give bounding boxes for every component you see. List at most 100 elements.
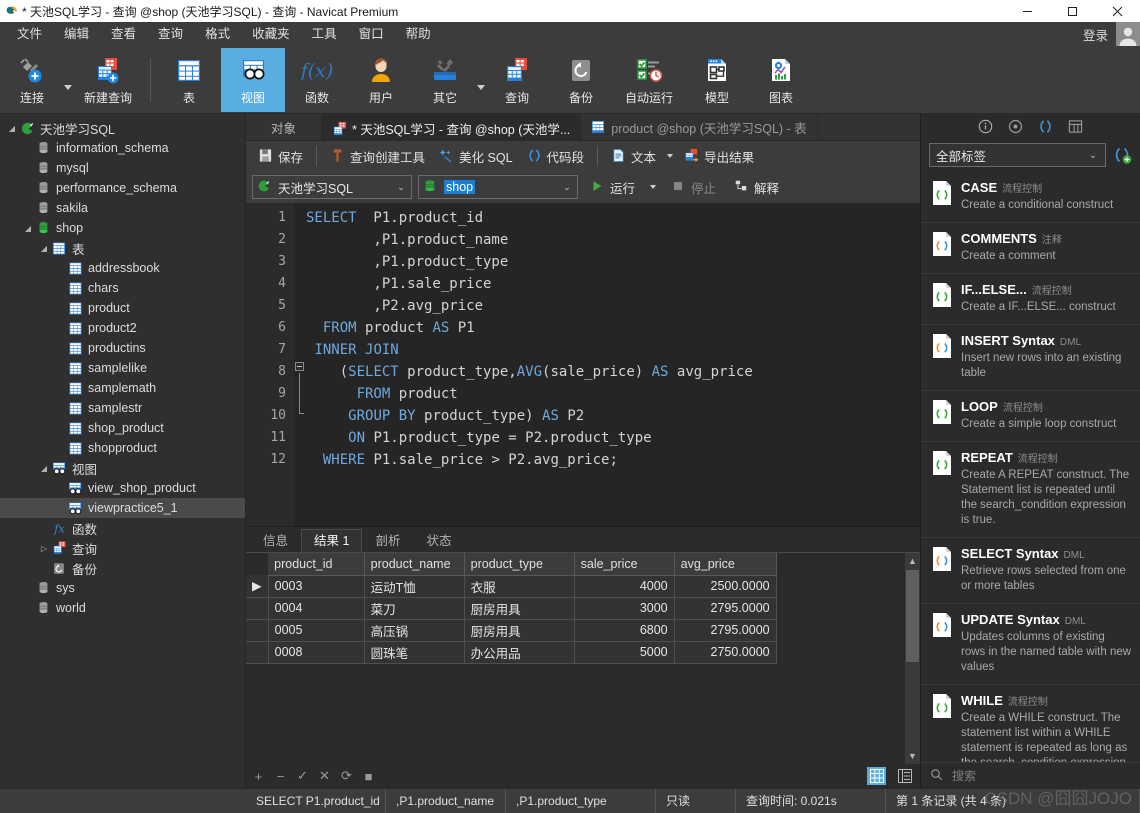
snippet-button[interactable]: 代码段 [521, 144, 591, 168]
table-cell[interactable]: 菜刀 [364, 597, 465, 620]
tree-item-productins[interactable]: productins [0, 338, 245, 358]
code-line[interactable]: FROM product [306, 383, 920, 405]
tree-item-addressbook[interactable]: addressbook [0, 258, 245, 278]
table-cell[interactable]: 5000 [574, 641, 675, 664]
table-cell[interactable]: 2795.0000 [674, 619, 777, 642]
form-view-toggle[interactable] [895, 767, 914, 785]
result-tab-1[interactable]: 信息 [250, 529, 301, 552]
snippet-tag-select[interactable]: 全部标签 ⌄ [929, 143, 1106, 167]
toolbar-new-query[interactable]: 新建查询 [72, 48, 144, 112]
run-dropdown-caret-icon[interactable] [650, 185, 657, 189]
tree-item--[interactable]: ◢ 表 [0, 238, 245, 258]
toolbar-query[interactable]: 查询 [485, 48, 549, 112]
tab-objects[interactable]: 对象 [246, 114, 322, 140]
menu-help[interactable]: 帮助 [395, 22, 442, 46]
explain-button[interactable]: 解释 [728, 175, 785, 199]
snippet-item[interactable]: UPDATE Syntax DML Updates columns of exist… [921, 604, 1140, 685]
toolbar-chart[interactable]: 图表 [749, 48, 813, 112]
code-line[interactable]: ON P1.product_type = P2.product_type [306, 427, 920, 449]
add-snippet-icon[interactable] [1112, 145, 1132, 165]
login-link[interactable]: 登录 [1083, 25, 1116, 44]
snippet-search-row[interactable]: 搜索 [921, 762, 1140, 788]
toolbar-user[interactable]: 用户 [349, 48, 413, 112]
result-tab-3[interactable]: 剖析 [362, 529, 413, 552]
column-header[interactable]: product_type [464, 553, 575, 576]
connection-dropdown-caret-icon[interactable] [64, 85, 72, 90]
tree-item-viewpractice5_1[interactable]: viewpractice5_1 [0, 498, 245, 518]
scrollbar-thumb[interactable] [906, 570, 919, 662]
tree-twisty-icon[interactable]: ◢ [22, 224, 34, 233]
code-line[interactable]: ,P2.avg_price [306, 295, 920, 317]
code-line[interactable]: GROUP BY product_type) AS P2 [306, 405, 920, 427]
maximize-button[interactable] [1050, 0, 1095, 22]
tree-item-chars[interactable]: chars [0, 278, 245, 298]
column-header[interactable]: sale_price [574, 553, 675, 576]
snippet-item[interactable]: LOOP 流程控制 Create a simple loop construct [921, 391, 1140, 442]
object-tree[interactable]: ◢ 天池学习SQL information_schema mysql performan… [0, 114, 245, 788]
tree-item-shopproduct[interactable]: shopproduct [0, 438, 245, 458]
code-line[interactable]: INNER JOIN [306, 339, 920, 361]
tree-item--[interactable]: 备份 [0, 558, 245, 578]
other-dropdown-caret-icon[interactable] [477, 85, 485, 90]
code-line[interactable]: SELECT P1.product_id [306, 207, 920, 229]
tree-twisty-icon[interactable]: ◢ [38, 244, 50, 253]
tree-item-sys[interactable]: sys [0, 578, 245, 598]
cancel-change-button[interactable]: ✕ [318, 768, 331, 784]
tree-twisty-icon[interactable]: ▷ [38, 544, 50, 553]
snippet-item[interactable]: REPEAT 流程控制 Create A REPEAT construct. The… [921, 442, 1140, 538]
result-tab-4[interactable]: 状态 [413, 529, 464, 552]
add-record-button[interactable]: + [252, 769, 265, 784]
code-line[interactable]: ,P1.sale_price [306, 273, 920, 295]
snippet-item[interactable]: IF...ELSE... 流程控制 Create a IF...ELSE... co… [921, 274, 1140, 325]
table-cell[interactable]: 2750.0000 [674, 641, 777, 664]
table-cell[interactable]: 6800 [574, 619, 675, 642]
scroll-up-arrow-icon[interactable]: ▲ [905, 553, 920, 569]
tree-item--sql[interactable]: ◢ 天池学习SQL [0, 118, 245, 138]
results-grid[interactable]: product_id product_name product_type sale_p… [246, 552, 920, 764]
text-button[interactable]: 文本 [605, 144, 662, 168]
code-line[interactable]: ,P1.product_name [306, 229, 920, 251]
table-row[interactable]: 0008 圆珠笔 办公用品 5000 2750.0000 [246, 641, 777, 664]
table-cell[interactable]: 衣服 [464, 575, 575, 598]
menu-favorites[interactable]: 收藏夹 [241, 22, 301, 46]
chevron-down-icon[interactable]: ⌄ [1087, 150, 1099, 161]
tab-product-table[interactable]: product @shop (天池学习SQL) - 表 [581, 114, 818, 140]
code-fold-column[interactable] [294, 203, 306, 526]
sql-editor[interactable]: 1 2 3 4 5 6 7 8 9 10 11 12 SELECT P1.product_id ,P1… [246, 203, 920, 526]
code-line[interactable]: (SELECT product_type,AVG(sale_price) AS … [306, 361, 920, 383]
chevron-down-icon[interactable]: ⌄ [561, 182, 573, 193]
table-cell[interactable]: 运动T恤 [364, 575, 465, 598]
tree-item-shop[interactable]: ◢ shop [0, 218, 245, 238]
table-cell[interactable]: 厨房用具 [464, 597, 575, 620]
results-grid-body[interactable]: product_id product_name product_type sale_p… [246, 553, 905, 764]
table-row[interactable]: 0005 高压锅 厨房用具 6800 2795.0000 [246, 619, 777, 642]
info-icon[interactable] [978, 118, 994, 134]
menu-format[interactable]: 格式 [194, 22, 241, 46]
save-button[interactable]: 保存 [252, 144, 309, 168]
tree-item-samplemath[interactable]: samplemath [0, 378, 245, 398]
toolbar-model[interactable]: 模型 [685, 48, 749, 112]
code-line[interactable]: FROM product AS P1 [306, 317, 920, 339]
menu-window[interactable]: 窗口 [348, 22, 395, 46]
table-cell[interactable]: 4000 [574, 575, 675, 598]
tree-twisty-icon[interactable]: ◢ [6, 124, 18, 133]
toolbar-table[interactable]: 表 [157, 48, 221, 112]
refresh-button[interactable]: ⟳ [340, 768, 353, 784]
toolbar-function[interactable]: f(x) 函数 [285, 48, 349, 112]
minimize-button[interactable] [1005, 0, 1050, 22]
fold-toggle-icon[interactable] [295, 362, 304, 371]
connection-select[interactable]: 天池学习SQL ⌄ [252, 175, 412, 199]
tree-item-performance_schema[interactable]: performance_schema [0, 178, 245, 198]
snippet-icon[interactable] [1038, 118, 1054, 134]
close-button[interactable] [1095, 0, 1140, 22]
table-cell[interactable]: 0005 [268, 619, 365, 642]
run-button[interactable]: 运行 [584, 175, 641, 199]
chevron-down-icon[interactable]: ⌄ [395, 182, 407, 193]
tree-twisty-icon[interactable]: ◢ [38, 464, 50, 473]
target-icon[interactable] [1008, 118, 1024, 134]
text-dropdown-caret-icon[interactable] [667, 154, 674, 158]
table-cell[interactable]: 办公用品 [464, 641, 575, 664]
avatar[interactable] [1116, 22, 1140, 46]
table-cell[interactable]: 圆珠笔 [364, 641, 465, 664]
tree-item-world[interactable]: world [0, 598, 245, 618]
